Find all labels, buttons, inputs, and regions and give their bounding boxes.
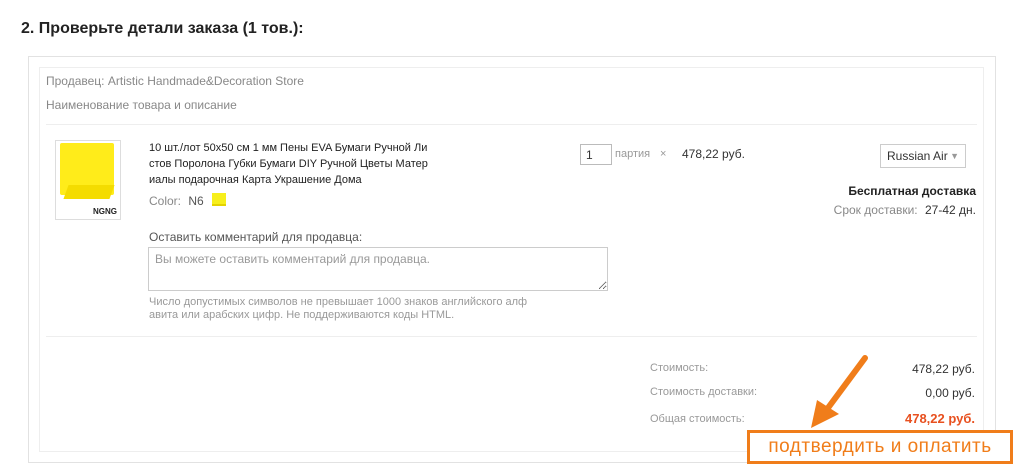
shipping-cost-value: 0,00 руб. bbox=[925, 386, 975, 400]
divider bbox=[46, 336, 977, 337]
cost-label: Стоимость: bbox=[650, 362, 709, 374]
comment-textarea[interactable] bbox=[148, 247, 608, 291]
chevron-down-icon: ▼ bbox=[950, 151, 959, 161]
delivery-time: Срок доставки: 27-42 дн. bbox=[834, 203, 976, 217]
free-shipping-label: Бесплатная доставка bbox=[848, 184, 976, 198]
total-value: 478,22 руб. bbox=[904, 411, 975, 426]
arrow-icon bbox=[811, 355, 868, 428]
product-image-tag: NGNG bbox=[93, 207, 117, 216]
comment-hint-line: авита или арабских цифр. Не поддерживают… bbox=[149, 309, 455, 321]
shipping-method-value: Russian Air bbox=[887, 149, 948, 163]
divider bbox=[46, 124, 977, 125]
product-title-line: 10 шт./лот 50x50 см 1 мм Пены EVA Бумаги… bbox=[149, 142, 428, 154]
color-swatch bbox=[212, 193, 227, 206]
seller-label: Продавец: bbox=[46, 74, 105, 88]
total-label: Общая стоимость: bbox=[650, 413, 745, 425]
shipping-method-select[interactable]: Russian Air ▼ bbox=[880, 144, 966, 168]
section-title: 2. Проверьте детали заказа (1 тов.): bbox=[21, 20, 304, 37]
product-title-line: стов Поролона Губки Бумаги DIY Ручной Цв… bbox=[149, 158, 428, 170]
product-image-fold bbox=[63, 185, 115, 199]
quantity-input[interactable] bbox=[580, 144, 612, 165]
delivery-days: 27-42 дн. bbox=[925, 203, 976, 217]
color-row: Color: N6 bbox=[149, 193, 227, 208]
shipping-cost-label: Стоимость доставки: bbox=[650, 386, 758, 398]
product-title[interactable]: 10 шт./лот 50x50 см 1 мм Пены EVA Бумаги… bbox=[149, 140, 469, 188]
item-header: Наименование товара и описание bbox=[46, 98, 237, 112]
color-value: N6 bbox=[188, 194, 204, 208]
color-label: Color: bbox=[149, 194, 182, 208]
seller-name[interactable]: Artistic Handmade&Decoration Store bbox=[108, 74, 304, 88]
product-thumbnail[interactable]: NGNG bbox=[55, 140, 121, 220]
times-sign: × bbox=[660, 148, 667, 160]
confirm-and-pay-button[interactable]: подтвердить и оплатить bbox=[747, 430, 1013, 464]
cost-value: 478,22 руб. bbox=[912, 362, 975, 376]
comment-label: Оставить комментарий для продавца: bbox=[149, 230, 363, 244]
quantity-unit: партия bbox=[615, 148, 651, 160]
delivery-label: Срок доставки: bbox=[833, 203, 918, 217]
unit-price: 478,22 руб. bbox=[682, 147, 745, 161]
comment-hint: Число допустимых символов не превышает 1… bbox=[149, 296, 589, 322]
comment-hint-line: Число допустимых символов не превышает 1… bbox=[149, 296, 528, 308]
seller-row: Продавец: Artistic Handmade&Decoration S… bbox=[46, 74, 304, 88]
product-title-line: иалы подарочная Карта Украшение Дома bbox=[149, 174, 362, 186]
